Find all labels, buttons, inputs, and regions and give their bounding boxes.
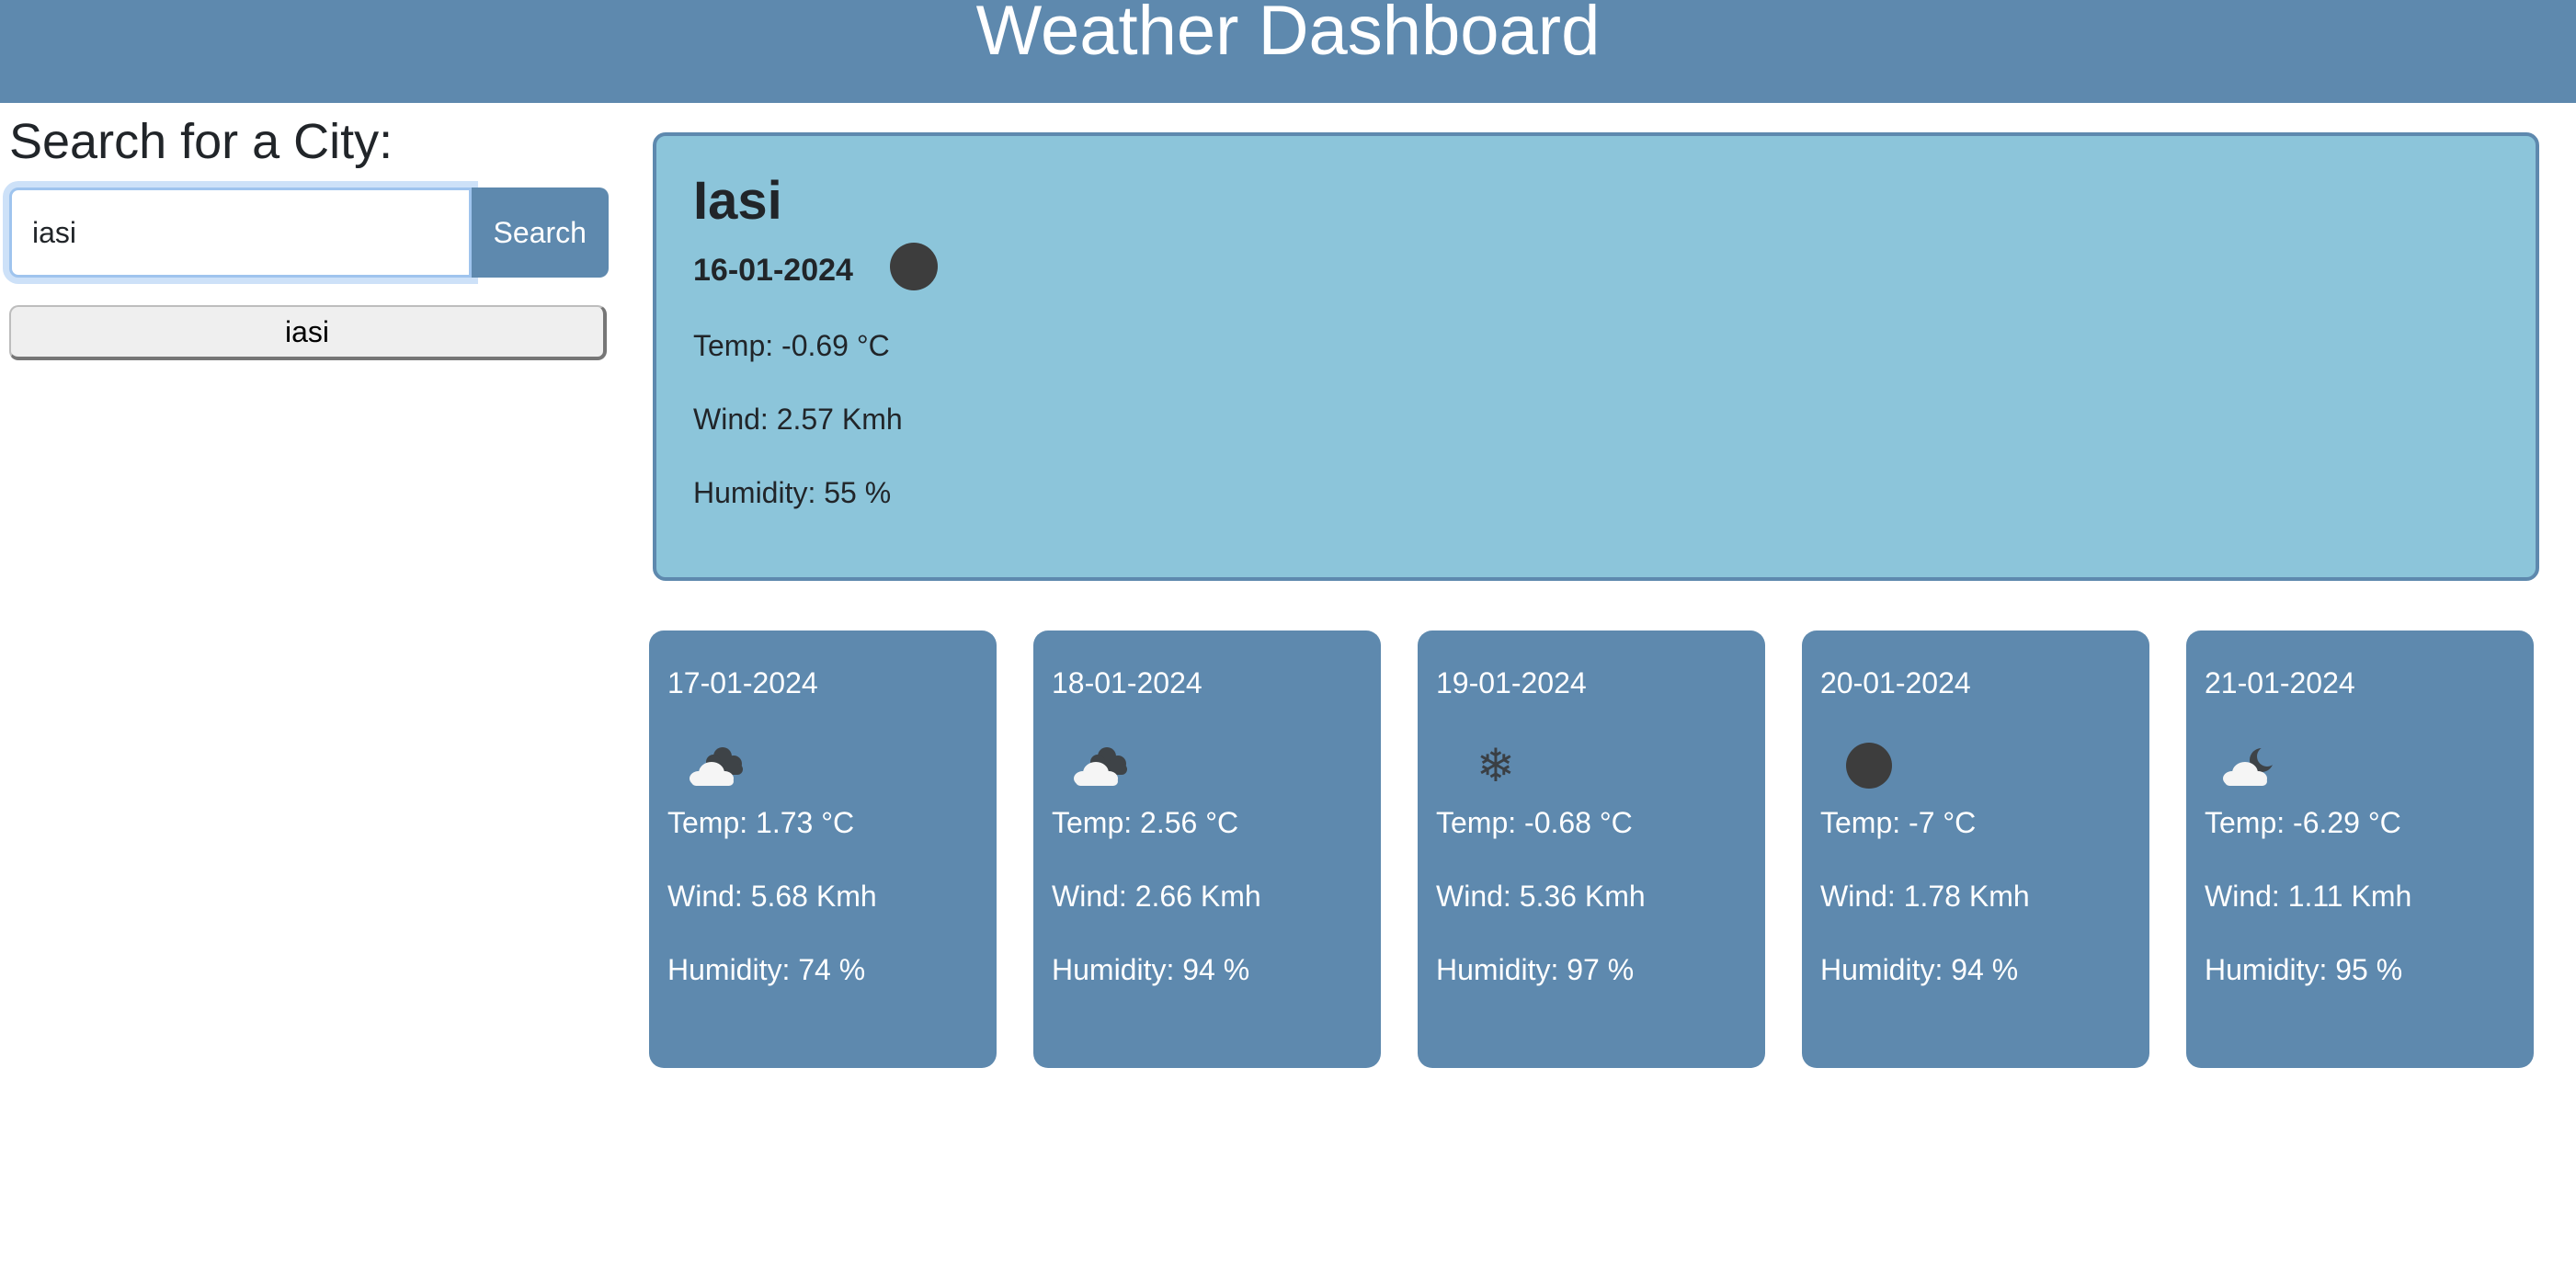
city-search-input[interactable] [9, 187, 472, 278]
forecast-wind: Wind: 2.66 Kmh [1052, 880, 1261, 914]
current-date-row: 16-01-2024 [693, 243, 2499, 290]
current-date: 16-01-2024 [693, 252, 853, 288]
forecast-temp: Temp: -7 °C [1820, 806, 1977, 840]
forecast-date: 21-01-2024 [2205, 666, 2355, 699]
page-title: Weather Dashboard [975, 0, 1601, 70]
forecast-card: 21-01-2024 Temp: -6.29 °C Wind: 1.11 Kmh… [2186, 630, 2534, 1068]
forecast-date: 19-01-2024 [1436, 666, 1587, 699]
cloudy-icon [667, 736, 978, 795]
current-city: Iasi [693, 171, 782, 231]
search-form: Search [9, 187, 609, 278]
forecast-wind: Wind: 1.11 Kmh [2205, 880, 2412, 914]
forecast-humidity: Humidity: 74 % [667, 953, 866, 987]
cloudy-icon [1052, 736, 1362, 795]
forecast-wind: Wind: 5.68 Kmh [667, 880, 877, 914]
forecast-wind: Wind: 1.78 Kmh [1820, 880, 2030, 914]
forecast-card: 17-01-2024 Temp: 1.73 °C Wind: 5.68 Kmh … [649, 630, 997, 1068]
forecast-temp: Temp: -0.68 °C [1436, 806, 1633, 840]
forecast-humidity: Humidity: 94 % [1052, 953, 1250, 987]
current-temp: Temp: -0.69 °C [693, 329, 890, 362]
forecast-card: 19-01-2024 ❄ Temp: -0.68 °C Wind: 5.36 K… [1418, 630, 1765, 1068]
forecast-humidity: Humidity: 94 % [1820, 953, 2019, 987]
forecast-humidity: Humidity: 95 % [2205, 953, 2403, 987]
forecast-humidity: Humidity: 97 % [1436, 953, 1635, 987]
forecast-date: 20-01-2024 [1820, 666, 1971, 699]
forecast-date: 18-01-2024 [1052, 666, 1203, 699]
current-wind: Wind: 2.57 Kmh [693, 403, 903, 436]
forecast-temp: Temp: 1.73 °C [667, 806, 855, 840]
partly-cloudy-night-icon [2205, 736, 2515, 795]
search-panel: Search for a City: Search iasi [9, 110, 609, 360]
history-item-iasi[interactable]: iasi [9, 305, 607, 360]
snow-icon: ❄ [1476, 740, 1515, 792]
forecast-wind: Wind: 5.36 Kmh [1436, 880, 1646, 914]
forecast-card: 20-01-2024 Temp: -7 °C Wind: 1.78 Kmh Hu… [1802, 630, 2149, 1068]
forecast-temp: Temp: -6.29 °C [2205, 806, 2401, 840]
clear-night-icon [889, 243, 938, 290]
current-weather-card: Iasi 16-01-2024 Temp: -0.69 °C Wind: 2.5… [653, 132, 2539, 581]
forecast-card: 18-01-2024 Temp: 2.56 °C Wind: 2.66 Kmh … [1033, 630, 1381, 1068]
search-button[interactable]: Search [471, 187, 609, 278]
search-heading: Search for a City: [9, 114, 393, 169]
current-humidity: Humidity: 55 % [693, 476, 892, 509]
forecast-temp: Temp: 2.56 °C [1052, 806, 1239, 840]
page-header: Weather Dashboard [0, 0, 2576, 103]
clear-night-icon [1820, 736, 2131, 795]
forecast-date: 17-01-2024 [667, 666, 818, 699]
